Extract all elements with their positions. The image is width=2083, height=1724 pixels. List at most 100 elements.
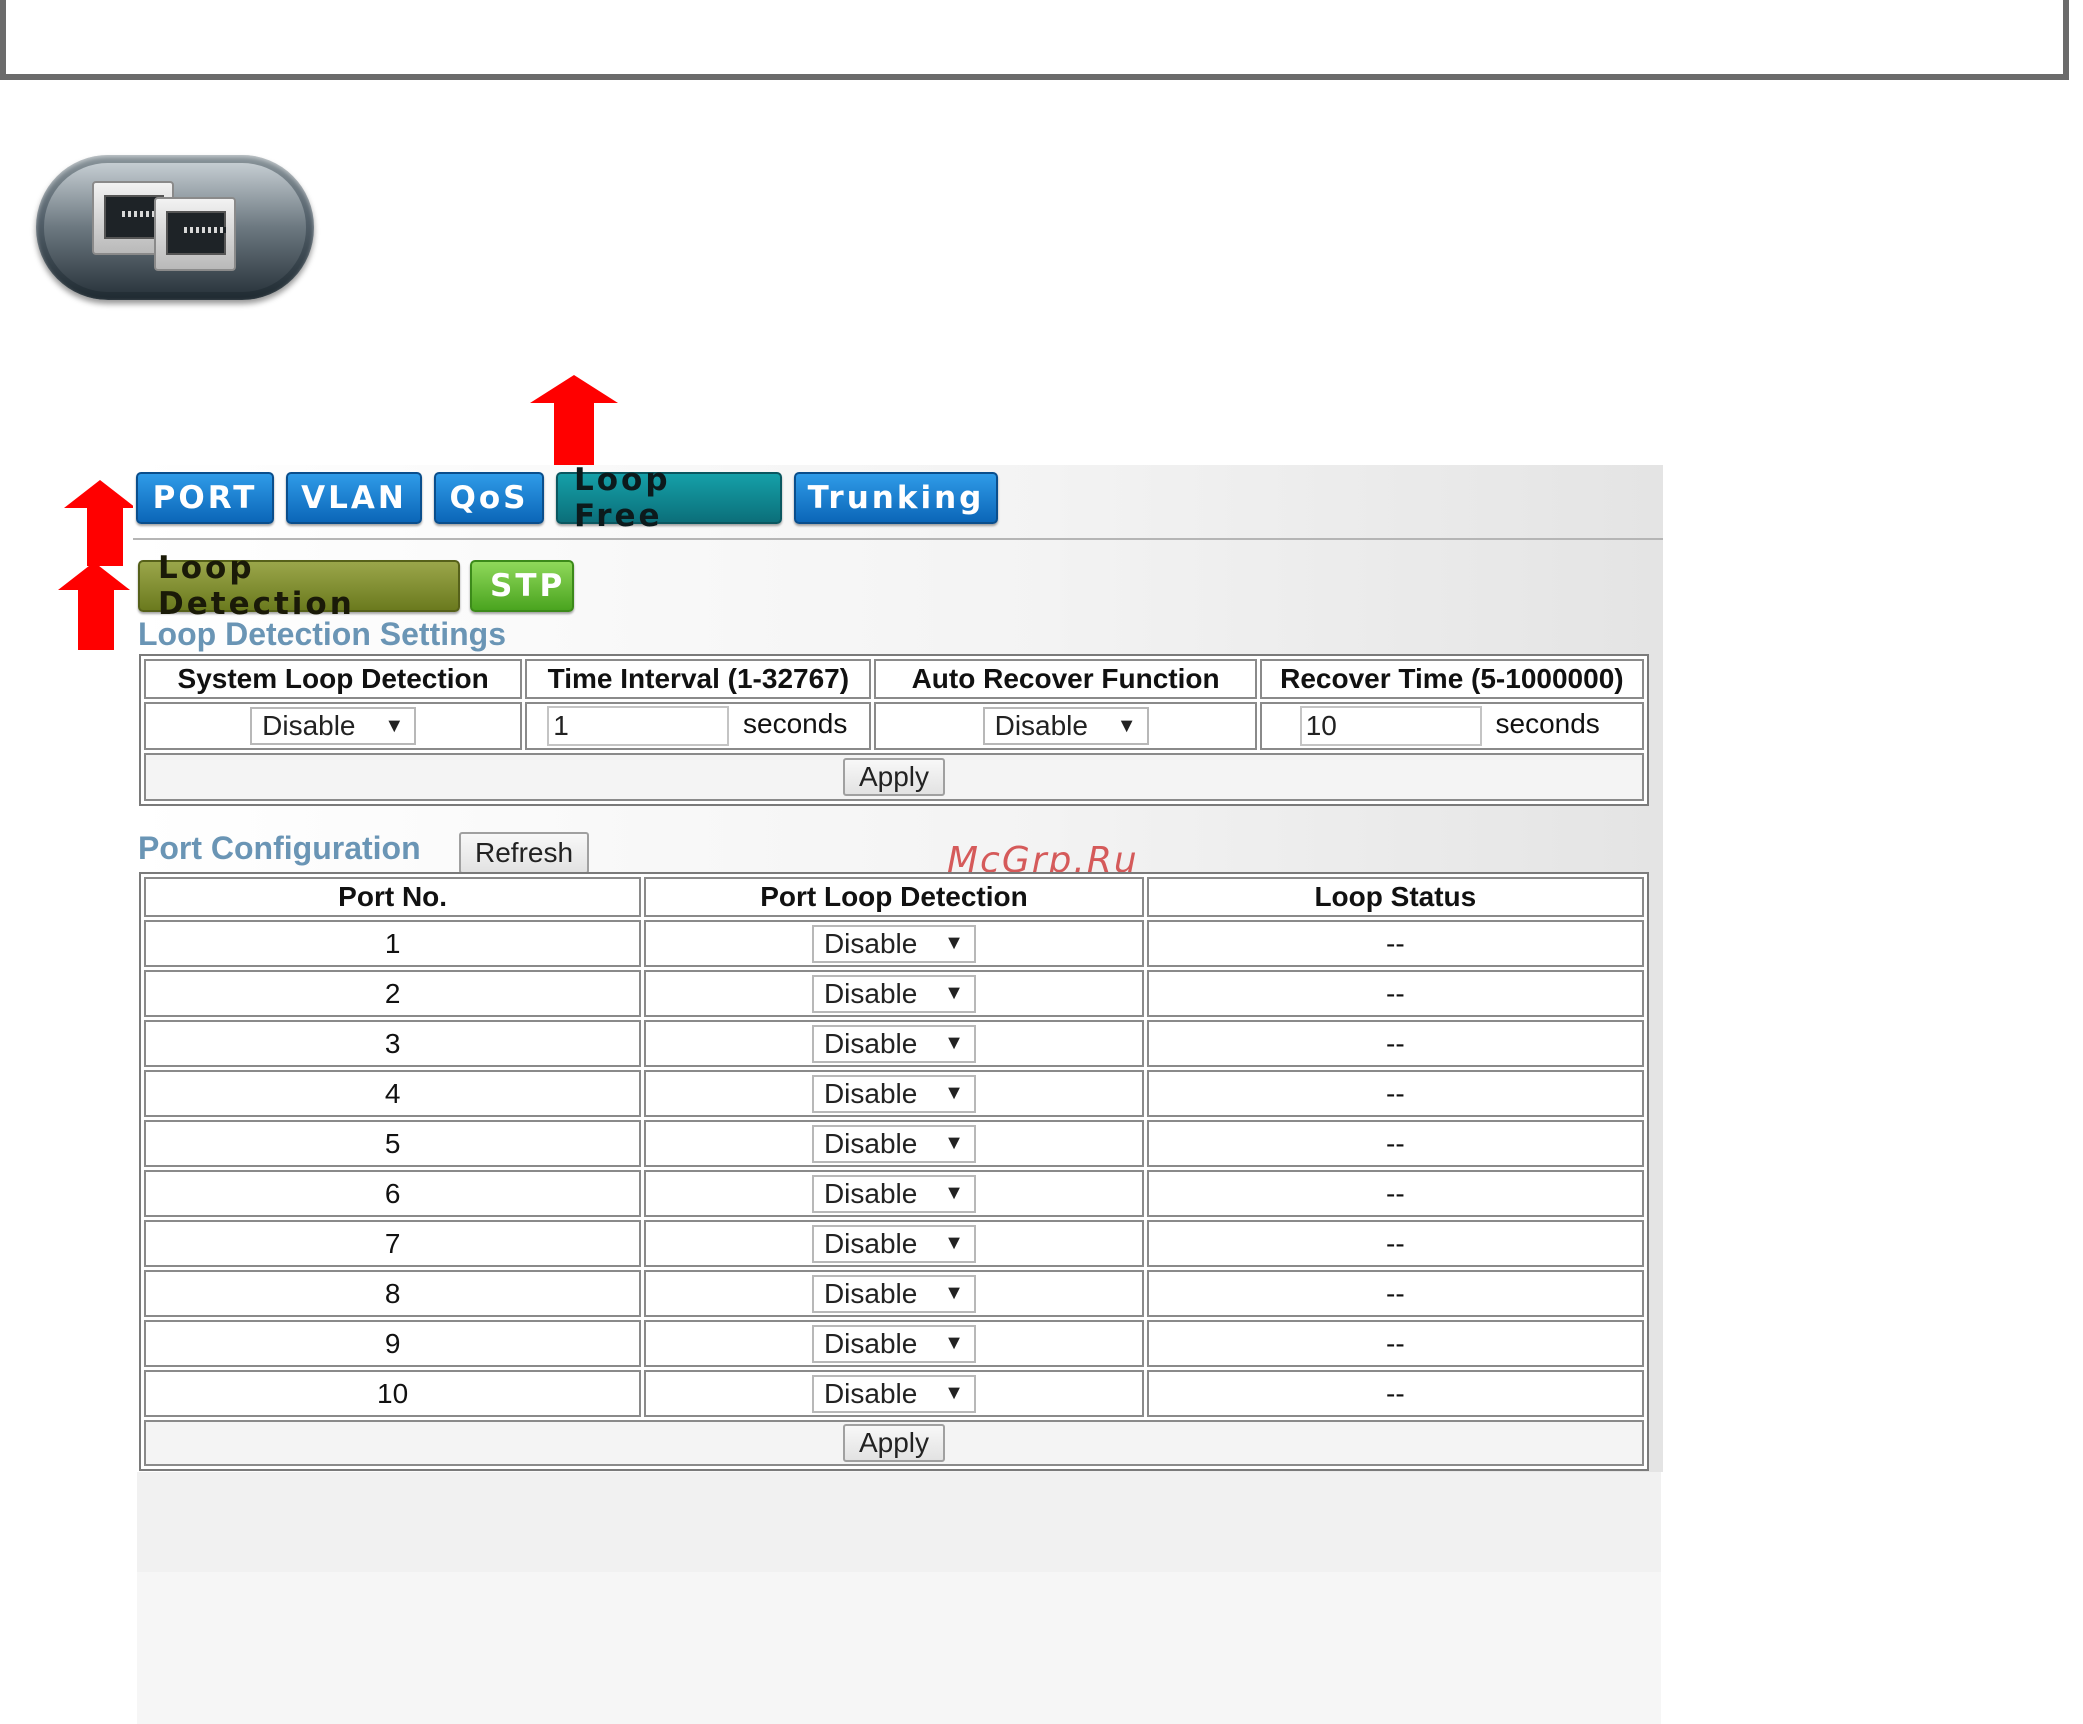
- port-number: 1: [144, 920, 642, 967]
- time-interval-input[interactable]: 1: [547, 706, 730, 746]
- loop-status: --: [1146, 1120, 1644, 1167]
- system-loop-detection-select[interactable]: Disable ▼: [250, 707, 417, 745]
- loop-status: --: [1146, 1020, 1644, 1067]
- select-value: Disable: [823, 1327, 918, 1359]
- ethernet-ports-icon: [36, 155, 314, 300]
- loop-status: --: [1146, 1270, 1644, 1317]
- port-detection-cell: Disable ▼: [644, 1070, 1144, 1117]
- loop-status: --: [1146, 1070, 1644, 1117]
- subtab-stp[interactable]: STP: [470, 560, 574, 612]
- subtab-loop-detection[interactable]: Loop Detection: [138, 550, 460, 622]
- select-value: Disable: [262, 710, 356, 741]
- header-recover-time: Recover Time (5-1000000): [1259, 659, 1644, 699]
- loop-status: --: [1146, 1170, 1644, 1217]
- settings-apply-button[interactable]: Apply: [842, 758, 946, 796]
- page-header-frame: [0, 0, 2069, 80]
- port-detection-cell: Disable ▼: [644, 970, 1144, 1017]
- tab-loop-free[interactable]: Loop Free: [556, 462, 782, 534]
- select-value: Disable: [823, 977, 918, 1009]
- table-row: 3 Disable ▼ --: [144, 1020, 1644, 1067]
- port-number: 4: [144, 1070, 642, 1117]
- header-system-loop-detection: System Loop Detection: [144, 659, 523, 699]
- auto-recover-cell: Disable ▼: [874, 702, 1257, 750]
- port-detection-cell: Disable ▼: [644, 920, 1144, 967]
- port-loop-detection-select[interactable]: Disable ▼: [811, 1024, 976, 1063]
- port-loop-detection-select[interactable]: Disable ▼: [811, 1124, 976, 1163]
- tab-vlan[interactable]: VLAN: [286, 472, 422, 524]
- caret-down-icon: ▼: [944, 1182, 964, 1204]
- system-loop-detection-cell: Disable ▼: [144, 702, 523, 750]
- red-up-arrow-icon: [64, 480, 136, 566]
- loop-status: --: [1146, 920, 1644, 967]
- port-detection-cell: Disable ▼: [644, 1170, 1144, 1217]
- refresh-button[interactable]: Refresh: [459, 832, 590, 874]
- auto-recover-select[interactable]: Disable ▼: [982, 707, 1149, 745]
- port-number: 7: [144, 1220, 642, 1267]
- select-value: Disable: [823, 1377, 918, 1409]
- table-row: 4 Disable ▼ --: [144, 1070, 1644, 1117]
- caret-down-icon: ▼: [944, 1282, 964, 1304]
- settings-apply-row: Apply: [144, 753, 1644, 801]
- caret-down-icon: ▼: [944, 982, 964, 1004]
- caret-down-icon: ▼: [944, 1332, 964, 1354]
- port-loop-detection-select[interactable]: Disable ▼: [811, 1224, 976, 1263]
- table-row: 10 Disable ▼ --: [144, 1370, 1644, 1417]
- select-value: Disable: [823, 1227, 918, 1259]
- tab-trunking[interactable]: Trunking: [794, 472, 998, 524]
- table-row: 2 Disable ▼ --: [144, 970, 1644, 1017]
- header-time-interval: Time Interval (1-32767): [525, 659, 872, 699]
- select-value: Disable: [823, 1127, 918, 1159]
- rj45-port-icon: [154, 197, 236, 271]
- ports-apply-button[interactable]: Apply: [842, 1424, 946, 1462]
- recover-time-cell: 10 seconds: [1259, 702, 1644, 750]
- time-interval-unit: seconds: [743, 708, 848, 740]
- tab-port[interactable]: PORT: [136, 472, 274, 524]
- port-configuration-title: Port Configuration: [138, 830, 421, 866]
- header-port-no: Port No.: [144, 877, 642, 917]
- caret-down-icon: ▼: [944, 1032, 964, 1054]
- recover-time-input[interactable]: 10: [1299, 706, 1482, 746]
- main-nav-tabs: PORT VLAN QoS Loop Free Trunking: [136, 462, 998, 534]
- caret-down-icon: ▼: [1116, 714, 1137, 737]
- caret-down-icon: ▼: [944, 1082, 964, 1104]
- port-loop-detection-select[interactable]: Disable ▼: [811, 924, 976, 963]
- port-number: 8: [144, 1270, 642, 1317]
- port-detection-cell: Disable ▼: [644, 1270, 1144, 1317]
- port-number: 9: [144, 1320, 642, 1367]
- select-value: Disable: [823, 1177, 918, 1209]
- tab-divider: [133, 538, 1663, 540]
- panel-footer-area: [137, 1472, 1661, 1724]
- red-up-arrow-icon: [58, 562, 130, 650]
- port-detection-cell: Disable ▼: [644, 1120, 1144, 1167]
- port-loop-detection-select[interactable]: Disable ▼: [811, 1174, 976, 1213]
- port-number: 2: [144, 970, 642, 1017]
- port-number: 6: [144, 1170, 642, 1217]
- loop-free-subtabs: Loop Detection STP: [138, 550, 574, 622]
- table-row: 1 Disable ▼ --: [144, 920, 1644, 967]
- port-loop-detection-select[interactable]: Disable ▼: [811, 974, 976, 1013]
- caret-down-icon: ▼: [944, 1132, 964, 1154]
- table-row: 5 Disable ▼ --: [144, 1120, 1644, 1167]
- table-row: 8 Disable ▼ --: [144, 1270, 1644, 1317]
- time-interval-cell: 1 seconds: [525, 702, 872, 750]
- port-loop-detection-select[interactable]: Disable ▼: [811, 1274, 976, 1313]
- port-detection-cell: Disable ▼: [644, 1020, 1144, 1067]
- select-value: Disable: [994, 710, 1088, 741]
- port-loop-detection-select[interactable]: Disable ▼: [811, 1374, 976, 1413]
- port-detection-cell: Disable ▼: [644, 1320, 1144, 1367]
- select-value: Disable: [823, 1027, 918, 1059]
- header-auto-recover: Auto Recover Function: [874, 659, 1257, 699]
- port-loop-detection-select[interactable]: Disable ▼: [811, 1074, 976, 1113]
- port-number: 5: [144, 1120, 642, 1167]
- red-up-arrow-icon: [530, 375, 618, 465]
- tab-qos[interactable]: QoS: [434, 472, 544, 524]
- port-loop-detection-select[interactable]: Disable ▼: [811, 1324, 976, 1363]
- loop-detection-settings-table: System Loop Detection Time Interval (1-3…: [139, 654, 1649, 806]
- select-value: Disable: [823, 927, 918, 959]
- caret-down-icon: ▼: [944, 1382, 964, 1404]
- caret-down-icon: ▼: [384, 714, 405, 737]
- ports-apply-row: Apply: [144, 1420, 1644, 1466]
- recover-time-unit: seconds: [1495, 708, 1600, 740]
- select-value: Disable: [823, 1277, 918, 1309]
- port-number: 10: [144, 1370, 642, 1417]
